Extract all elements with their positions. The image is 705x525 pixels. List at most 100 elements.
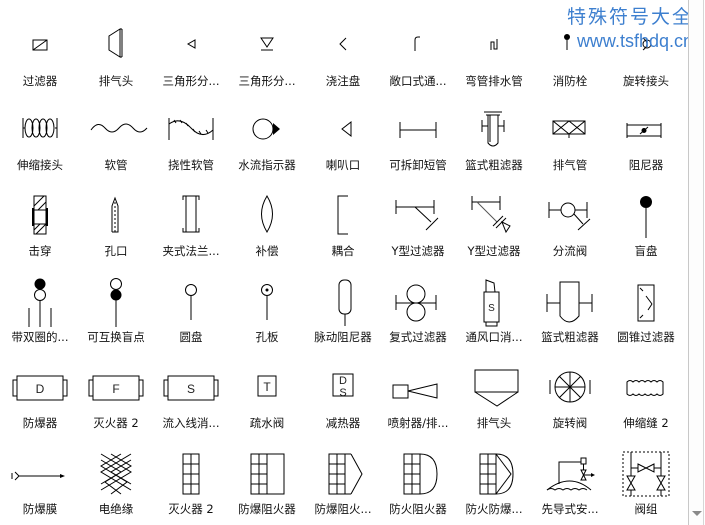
shape-item[interactable]: 分流阀 (532, 178, 608, 264)
inline-silencer-icon: S (166, 364, 216, 410)
shape-item[interactable]: 篮式粗滤器 (456, 92, 532, 178)
duplex-filter-icon (393, 278, 443, 324)
shape-item[interactable]: 浇注盘 (305, 8, 381, 94)
shape-item[interactable]: 孔板 (229, 264, 305, 350)
shape-label: 复式过滤器 (389, 330, 447, 344)
flexible-hose-icon (166, 106, 216, 152)
shape-label: 防爆器 (22, 416, 58, 430)
shape-item[interactable]: 阻尼器 (608, 92, 684, 178)
shape-item[interactable]: 水流指示器 (229, 92, 305, 178)
shape-item[interactable]: 喷射器/排... (380, 350, 456, 436)
shape-item[interactable]: 防火防爆... (456, 436, 532, 522)
shape-item[interactable]: 脉动阻尼器 (305, 264, 381, 350)
shape-item[interactable]: 可互换盲点 (78, 264, 154, 350)
shape-item[interactable]: 击穿 (2, 178, 78, 264)
bent-drain-icon (469, 22, 519, 68)
shape-item[interactable]: 挠性软管 (153, 92, 229, 178)
shape-library-grid: 过滤器 排气头 三角形分... 三角形分... 浇注盘 敞口式通... 弯管排水管 消防栓 旋转… (0, 0, 690, 525)
shape-item[interactable]: 防爆阻火器 (229, 436, 305, 522)
shape-item[interactable]: D S 减热器 (305, 350, 381, 436)
svg-text:S: S (339, 387, 346, 399)
fire-explosion-arrester-icon (469, 450, 519, 496)
shape-label: 击穿 (28, 244, 52, 258)
flame-arrester-grid-icon (166, 450, 216, 496)
clamp-flange-icon (166, 192, 216, 238)
shape-item[interactable]: 圆锥过滤器 (608, 264, 684, 350)
shape-item[interactable]: 防火阻火器 (380, 436, 456, 522)
shape-label: 旋转阀 (552, 416, 588, 430)
shape-item[interactable]: D 防爆器 (2, 350, 78, 436)
shape-item[interactable]: 篮式粗滤器 (532, 264, 608, 350)
shape-item[interactable]: 弯管排水管 (456, 8, 532, 94)
shape-item[interactable]: 三角形分... (153, 8, 229, 94)
shape-label: 流入线消... (162, 416, 220, 430)
interchangeable-blind-icon (91, 278, 141, 324)
shape-item[interactable]: 可拆卸短管 (380, 92, 456, 178)
shape-item[interactable]: 喇叭口 (305, 92, 381, 178)
shape-item[interactable]: 电绝缘 (78, 436, 154, 522)
shape-label: 阻尼器 (628, 158, 664, 172)
shape-label: 排气头 (98, 74, 134, 88)
shape-item[interactable]: 孔口 (78, 178, 154, 264)
scroll-down-arrow-icon[interactable] (689, 506, 704, 520)
shape-item[interactable]: 敞口式通... (380, 8, 456, 94)
shape-item[interactable]: 排气头 (78, 8, 154, 94)
shape-item[interactable]: 补偿 (229, 178, 305, 264)
shape-label: 软管 (104, 158, 128, 172)
shape-item[interactable]: 带双圈的... (2, 264, 78, 350)
shape-item[interactable]: 阀组 (608, 436, 684, 522)
shape-item[interactable]: 伸缩接头 (2, 92, 78, 178)
shape-label: 水流指示器 (238, 158, 296, 172)
shape-item[interactable]: 先导式安... (532, 436, 608, 522)
shape-item[interactable]: Y型过滤器 (456, 178, 532, 264)
shape-item[interactable]: 防爆阻火... (305, 436, 381, 522)
steam-trap-icon: T (242, 364, 292, 410)
shape-item[interactable]: 过滤器 (2, 8, 78, 94)
shape-item[interactable]: Y型过滤器 (380, 178, 456, 264)
shape-label: 通风口消... (465, 330, 523, 344)
shape-item[interactable]: 旋转接头 (608, 8, 684, 94)
svg-text:S: S (488, 303, 495, 314)
shape-item[interactable]: 耦合 (305, 178, 381, 264)
shape-label: Y型过滤器 (467, 244, 521, 258)
shape-item[interactable]: 圆盘 (153, 264, 229, 350)
shape-item[interactable]: 三角形分... (229, 8, 305, 94)
removable-spool-icon (393, 106, 443, 152)
vertical-scrollbar[interactable] (688, 0, 704, 525)
shape-item[interactable]: 伸缩缝 2 (608, 350, 684, 436)
disc-icon (166, 278, 216, 324)
y-strainer-icon (393, 192, 443, 238)
shape-label: 孔板 (255, 330, 279, 344)
shape-item[interactable]: 旋转阀 (532, 350, 608, 436)
shape-label: 篮式粗滤器 (541, 330, 599, 344)
fire-flame-arrester-icon (393, 450, 443, 496)
shape-label: 灭火器 2 (168, 502, 214, 516)
rupture-disc-icon (15, 450, 65, 496)
shape-label: 可拆卸短管 (389, 158, 447, 172)
shape-item[interactable]: F 灭火器 2 (78, 350, 154, 436)
shape-item[interactable]: 排气管 (532, 92, 608, 178)
insulation-icon (91, 450, 141, 496)
shape-label: 防火阻火器 (389, 502, 447, 516)
shape-item[interactable]: S 通风口消... (456, 264, 532, 350)
vent-silencer-icon: S (469, 278, 519, 324)
shape-label: 孔口 (104, 244, 128, 258)
shape-item[interactable]: 盲盘 (608, 178, 684, 264)
shape-item[interactable]: 防爆膜 (2, 436, 78, 522)
shape-label: 三角形分... (238, 74, 296, 88)
shape-item[interactable]: 复式过滤器 (380, 264, 456, 350)
shape-label: 圆锥过滤器 (617, 330, 675, 344)
svg-text:T: T (263, 380, 271, 394)
shape-item[interactable]: 灭火器 2 (153, 436, 229, 522)
shape-item[interactable]: T 疏水阀 (229, 350, 305, 436)
shape-item[interactable]: 软管 (78, 92, 154, 178)
shape-item[interactable]: 夹式法兰... (153, 178, 229, 264)
shape-item[interactable]: S 流入线消... (153, 350, 229, 436)
basket-strainer-2-icon (545, 278, 595, 324)
exhaust-head-icon (91, 22, 141, 68)
shape-item[interactable]: 消防栓 (532, 8, 608, 94)
shape-label: 过滤器 (22, 74, 58, 88)
chevron-left-icon (318, 22, 368, 68)
shape-label: 阀组 (634, 502, 658, 516)
shape-item[interactable]: 排气头 (456, 350, 532, 436)
